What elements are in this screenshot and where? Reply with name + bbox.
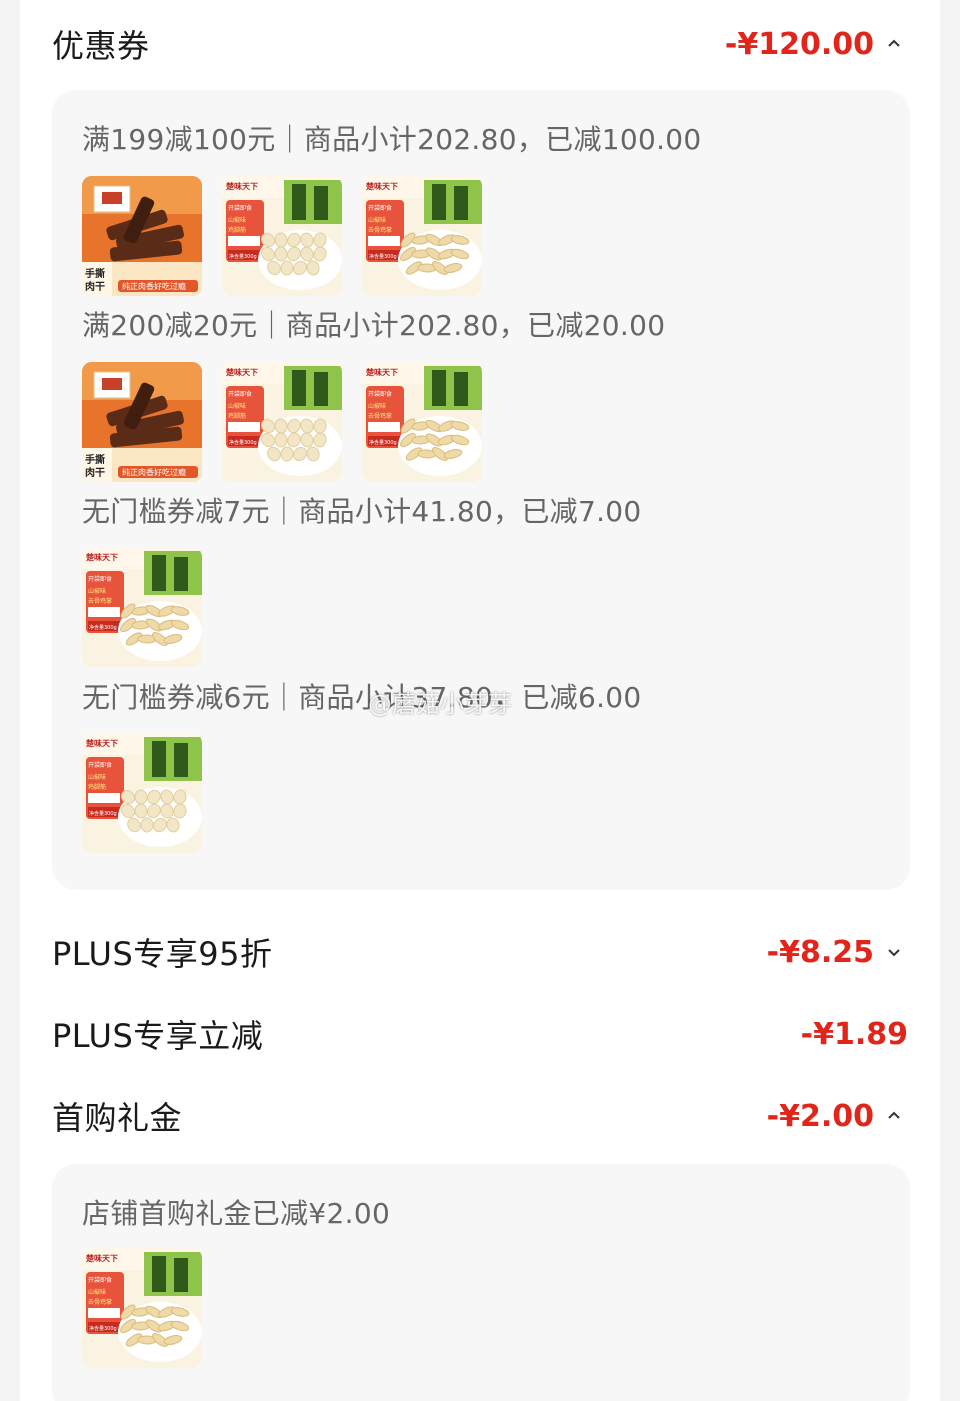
svg-text:纯正肉香好吃过瘾: 纯正肉香好吃过瘾 (122, 281, 186, 291)
first-gift-products: 楚味天下开袋即食山椒味去骨鸡掌净含量300g (82, 1248, 202, 1368)
first-gift-amount-wrap: -¥2.00 (767, 1099, 908, 1134)
svg-text:纯正肉香好吃过瘾: 纯正肉香好吃过瘾 (122, 467, 186, 477)
first-gift-detail-label: 店铺首购礼金已减¥2.00 (82, 1197, 391, 1230)
svg-text:开袋即食: 开袋即食 (88, 761, 112, 769)
plus-95-amount-wrap: -¥8.25 (767, 935, 908, 970)
product-image: 楚味天下开袋即食山椒味鸡脚筋净含量300g (82, 733, 202, 853)
coupon-title: 优惠券 (52, 27, 150, 65)
first-gift-title: 首购礼金 (52, 1099, 183, 1137)
coupon-detail-panel: 满199减100元｜商品小计202.80，已减100.00 手撕 肉干 纯正肉香好吃… (52, 90, 910, 890)
plus-cut-amount: -¥1.89 (800, 1016, 908, 1052)
product-image: 手撕肉干 纯正肉香好吃过瘾 (82, 176, 202, 296)
product-thumb-deboned-feet[interactable]: 楚味天下开袋即食山椒味去骨鸡掌净含量300g (82, 1248, 202, 1368)
product-thumb-deboned-feet[interactable]: 楚味天下开袋即食山椒味去骨鸡掌净含量300g (362, 362, 482, 482)
product-thumb-jerky[interactable]: 手撕 肉干 纯正肉香好吃过瘾 (82, 176, 202, 296)
coupon-row[interactable]: 优惠券 -¥120.00 (52, 14, 908, 74)
svg-text:鸡脚筋: 鸡脚筋 (228, 226, 246, 234)
svg-text:开袋即食: 开袋即食 (368, 204, 392, 212)
svg-text:手撕: 手撕 (85, 453, 105, 466)
product-thumb-chicken-feet[interactable]: 楚味天下开袋即食山椒味鸡脚筋净含量300g (222, 176, 342, 296)
chevron-up-icon[interactable] (880, 30, 908, 58)
product-thumb-chicken-feet[interactable]: 楚味天下开袋即食山椒味鸡脚筋净含量300g (222, 362, 342, 482)
coupon-amount: -¥120.00 (724, 26, 874, 62)
coupon-group-products: 楚味天下开袋即食山椒味去骨鸡掌净含量300g (82, 547, 202, 667)
coupon-group-label: 无门槛券减7元｜商品小计41.80，已减7.00 (82, 495, 642, 528)
product-image: 楚味天下开袋即食山椒味鸡脚筋净含量300g (222, 362, 342, 482)
svg-text:净含量300g: 净含量300g (369, 253, 397, 260)
svg-text:开袋即食: 开袋即食 (368, 390, 392, 398)
svg-text:山椒味: 山椒味 (368, 402, 386, 410)
svg-text:开袋即食: 开袋即食 (88, 575, 112, 583)
product-image: 楚味天下开袋即食山椒味去骨鸡掌净含量300g (82, 1248, 202, 1368)
plus-cut-title: PLUS专享立减 (52, 1017, 264, 1055)
svg-text:楚味天下: 楚味天下 (85, 1253, 118, 1263)
product-thumb-jerky[interactable]: 手撕 肉干 纯正肉香好吃过瘾 (82, 362, 202, 482)
coupon-group-label: 无门槛券减6元｜商品小计37.80，已减6.00 (82, 681, 642, 714)
svg-text:楚味天下: 楚味天下 (365, 367, 398, 377)
svg-text:楚味天下: 楚味天下 (365, 181, 398, 191)
plus-cut-amount-wrap: -¥1.89 (801, 1017, 908, 1052)
svg-text:净含量300g: 净含量300g (229, 439, 257, 446)
plus-95-amount: -¥8.25 (766, 934, 874, 970)
svg-text:去骨鸡掌: 去骨鸡掌 (368, 226, 392, 234)
svg-text:山椒味: 山椒味 (88, 587, 106, 595)
coupon-group-products: 手撕 肉干 纯正肉香好吃过瘾 楚味天下开袋即食山椒味鸡脚筋净含量300g 楚味天下开… (82, 176, 482, 296)
svg-text:楚味天下: 楚味天下 (85, 552, 118, 562)
product-image: 楚味天下开袋即食山椒味去骨鸡掌净含量300g (362, 176, 482, 296)
svg-text:山椒味: 山椒味 (88, 1288, 106, 1296)
first-gift-row[interactable]: 首购礼金 -¥2.00 (52, 1086, 908, 1146)
plus-95-row[interactable]: PLUS专享95折 -¥8.25 (52, 922, 908, 982)
svg-text:净含量300g: 净含量300g (89, 624, 117, 631)
svg-text:肉干: 肉干 (85, 466, 105, 479)
product-thumb-deboned-feet[interactable]: 楚味天下开袋即食山椒味去骨鸡掌净含量300g (82, 547, 202, 667)
watermark: @蘑菇小芽芽 (368, 690, 512, 718)
product-image: 手撕肉干 纯正肉香好吃过瘾 (82, 362, 202, 482)
svg-text:山椒味: 山椒味 (88, 773, 106, 781)
product-thumb-deboned-feet[interactable]: 楚味天下开袋即食山椒味去骨鸡掌净含量300g (362, 176, 482, 296)
svg-text:净含量300g: 净含量300g (369, 439, 397, 446)
coupon-group-products: 手撕 肉干 纯正肉香好吃过瘾 楚味天下开袋即食山椒味鸡脚筋净含量300g 楚味天下开… (82, 362, 482, 482)
first-gift-amount: -¥2.00 (766, 1098, 874, 1134)
svg-text:楚味天下: 楚味天下 (225, 367, 258, 377)
coupon-group-label: 满199减100元｜商品小计202.80，已减100.00 (82, 123, 702, 156)
svg-text:楚味天下: 楚味天下 (85, 738, 118, 748)
coupon-amount-wrap: -¥120.00 (725, 27, 908, 62)
coupon-group-products: 楚味天下开袋即食山椒味鸡脚筋净含量300g (82, 733, 202, 853)
svg-text:山椒味: 山椒味 (368, 216, 386, 224)
svg-text:山椒味: 山椒味 (228, 402, 246, 410)
chevron-down-icon[interactable] (880, 938, 908, 966)
svg-text:净含量300g: 净含量300g (89, 810, 117, 817)
svg-text:楚味天下: 楚味天下 (225, 181, 258, 191)
svg-text:净含量300g: 净含量300g (229, 253, 257, 260)
svg-text:山椒味: 山椒味 (228, 216, 246, 224)
first-gift-detail-panel: 店铺首购礼金已减¥2.00 楚味天下开袋即食山椒味去骨鸡掌净含量300g (52, 1164, 910, 1401)
product-thumb-chicken-feet[interactable]: 楚味天下开袋即食山椒味鸡脚筋净含量300g (82, 733, 202, 853)
svg-text:肉干: 肉干 (85, 280, 105, 293)
product-image: 楚味天下开袋即食山椒味去骨鸡掌净含量300g (82, 547, 202, 667)
svg-text:开袋即食: 开袋即食 (228, 390, 252, 398)
product-image: 楚味天下开袋即食山椒味鸡脚筋净含量300g (222, 176, 342, 296)
svg-text:鸡脚筋: 鸡脚筋 (88, 783, 106, 791)
svg-text:净含量300g: 净含量300g (89, 1325, 117, 1332)
product-image: 楚味天下开袋即食山椒味去骨鸡掌净含量300g (362, 362, 482, 482)
svg-text:开袋即食: 开袋即食 (228, 204, 252, 212)
svg-text:去骨鸡掌: 去骨鸡掌 (88, 1298, 112, 1306)
svg-text:去骨鸡掌: 去骨鸡掌 (368, 412, 392, 420)
svg-text:开袋即食: 开袋即食 (88, 1276, 112, 1284)
svg-text:鸡脚筋: 鸡脚筋 (228, 412, 246, 420)
chevron-up-icon[interactable] (880, 1102, 908, 1130)
coupon-group-label: 满200减20元｜商品小计202.80，已减20.00 (82, 309, 666, 342)
plus-95-title: PLUS专享95折 (52, 935, 273, 973)
svg-text:手撕: 手撕 (85, 267, 105, 280)
svg-text:去骨鸡掌: 去骨鸡掌 (88, 597, 112, 605)
plus-cut-row: PLUS专享立减 -¥1.89 (52, 1004, 908, 1064)
